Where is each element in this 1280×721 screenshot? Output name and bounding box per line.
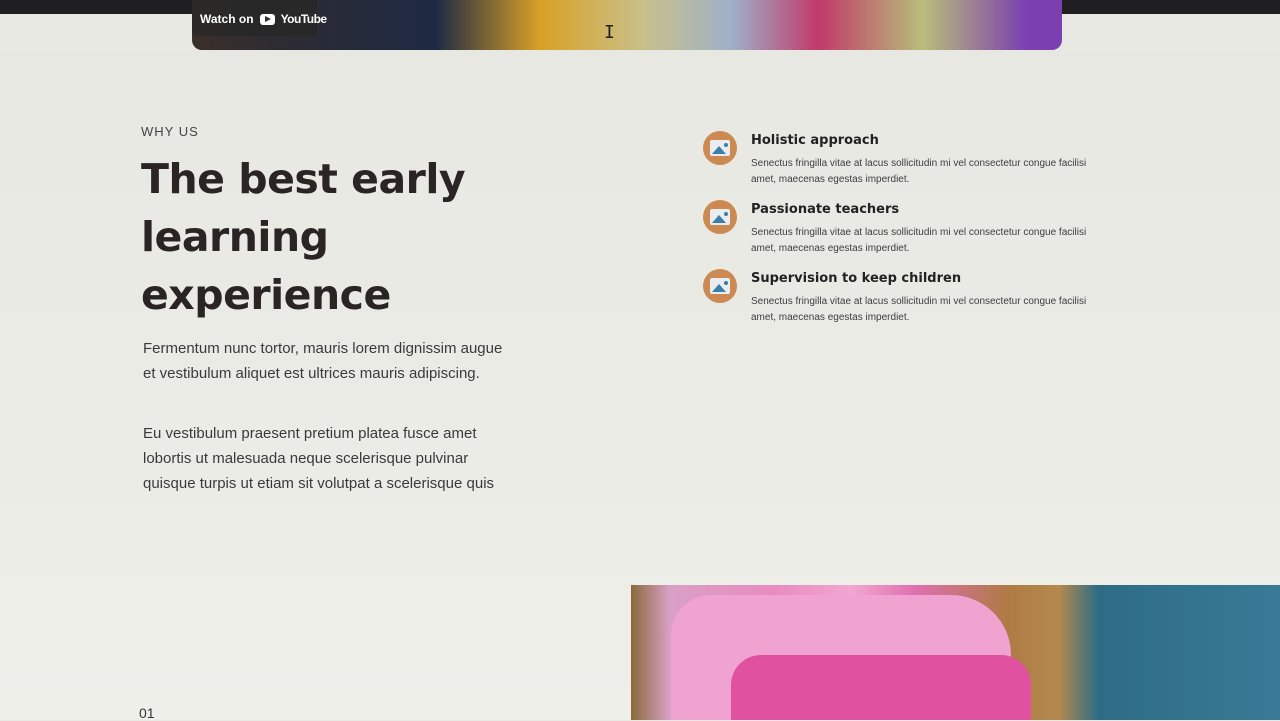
- feature-description: Senectus fringilla vitae at lacus sollic…: [751, 296, 1087, 323]
- text-cursor-icon: I: [604, 22, 615, 43]
- watch-on-label: Watch on: [200, 12, 254, 26]
- feature-list: Holistic approach Senectus fringilla vit…: [703, 130, 1103, 337]
- slide-number: 01: [139, 705, 155, 721]
- section-eyebrow: WHY US: [141, 124, 199, 139]
- section-heading: The best early learning experience: [141, 155, 466, 319]
- image-icon: [703, 269, 737, 303]
- feature-title: Passionate teachers: [751, 202, 900, 217]
- children-photo: [631, 585, 1280, 720]
- youtube-play-icon: [259, 13, 275, 25]
- feature-title: Holistic approach: [751, 133, 879, 148]
- feature-description: Senectus fringilla vitae at lacus sollic…: [751, 227, 1087, 254]
- watch-on-youtube-button[interactable]: Watch on YouTube: [200, 11, 327, 27]
- feature-description: Senectus fringilla vitae at lacus sollic…: [751, 158, 1087, 185]
- feature-item: Holistic approach Senectus fringilla vit…: [703, 130, 1103, 199]
- feature-item: Passionate teachers Senectus fringilla v…: [703, 199, 1103, 268]
- feature-title: Supervision to keep children: [751, 271, 962, 286]
- intro-paragraph: Fermentum nunc tortor, mauris lorem dign…: [143, 340, 503, 382]
- feature-item: Supervision to keep children Senectus fr…: [703, 268, 1103, 337]
- image-icon: [703, 131, 737, 165]
- youtube-wordmark: YouTube: [280, 12, 328, 26]
- image-icon: [703, 200, 737, 234]
- detail-paragraph: Eu vestibulum praesent pretium platea fu…: [143, 425, 495, 492]
